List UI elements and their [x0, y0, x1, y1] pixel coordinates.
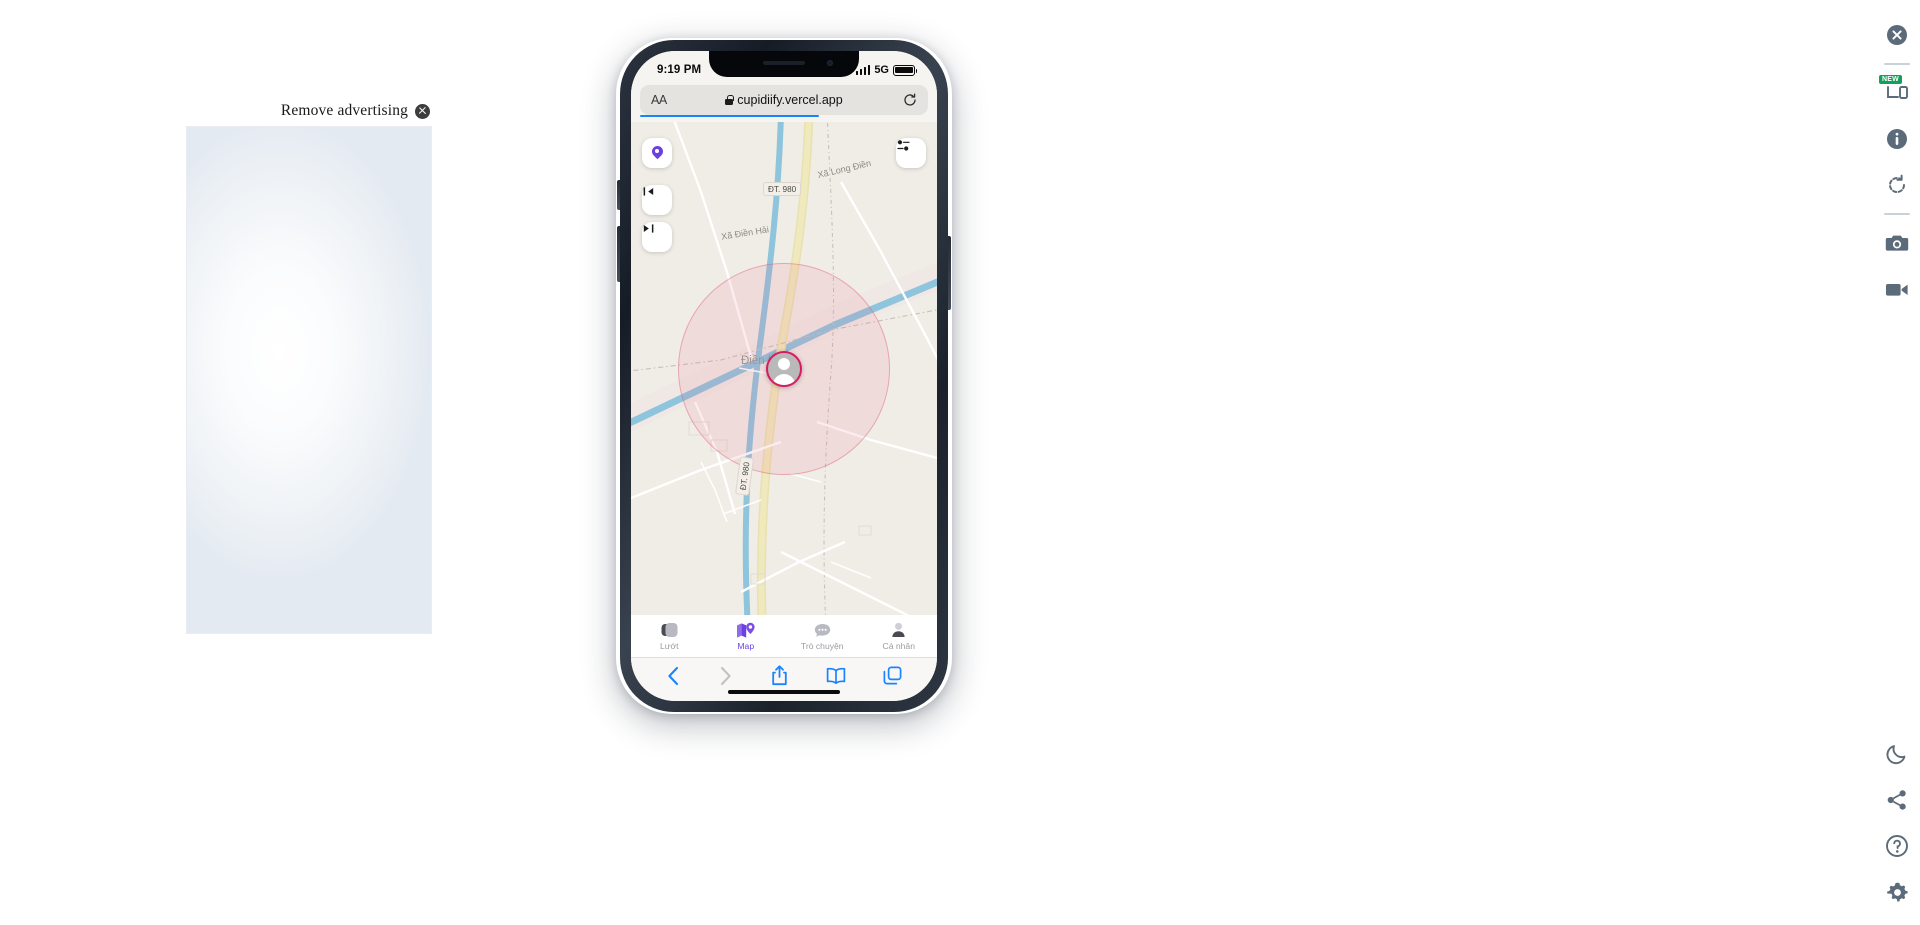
filter-button[interactable]	[896, 138, 926, 168]
share-icon	[1887, 790, 1906, 810]
info-button[interactable]	[1874, 116, 1920, 162]
map-pin-icon	[736, 622, 755, 639]
ad-header: Remove advertising	[186, 96, 432, 126]
filter-settings-icon	[897, 140, 910, 151]
collapse-icon	[643, 187, 654, 196]
tabs-button[interactable]	[883, 666, 902, 685]
divider	[1884, 63, 1910, 65]
status-indicators: 5G	[855, 64, 918, 76]
phone-frame: 9:19 PM 5G AA cupidiify.vercel.app ĐT. 9…	[617, 40, 951, 712]
zoom-out-button[interactable]	[642, 185, 672, 215]
map-canvas[interactable]: ĐT. 980 ĐT. 980 Xã Long Điền Xã Điền Hải…	[631, 122, 937, 615]
close-button[interactable]	[1874, 12, 1920, 58]
ad-placeholder[interactable]	[186, 126, 432, 634]
map-pin-icon	[652, 146, 663, 160]
settings-button[interactable]	[1874, 869, 1920, 915]
speaker-icon	[763, 61, 805, 65]
info-icon	[1887, 129, 1907, 149]
rotate-button[interactable]	[1874, 162, 1920, 208]
tab-luot[interactable]: Lướt	[631, 622, 708, 651]
url-display[interactable]: cupidiify.vercel.app	[640, 93, 928, 107]
record-button[interactable]	[1874, 266, 1920, 312]
front-camera-icon	[827, 60, 833, 66]
power-button[interactable]	[948, 236, 951, 310]
tab-label: Cá nhân	[882, 640, 916, 651]
bookmarks-button[interactable]	[826, 667, 846, 684]
phone-screen: 9:19 PM 5G AA cupidiify.vercel.app ĐT. 9…	[631, 51, 937, 701]
screenshot-button[interactable]	[1874, 220, 1920, 266]
screenshot-root: Remove advertising 9:19 PM 5G AA cupidii…	[0, 0, 1920, 925]
status-time: 9:19 PM	[657, 64, 702, 76]
book-icon	[826, 667, 845, 684]
remove-advertising-label[interactable]: Remove advertising	[281, 102, 408, 120]
tab-label: Map	[737, 640, 755, 651]
chat-bubble-icon	[814, 622, 831, 639]
recenter-icon	[643, 224, 654, 233]
camera-icon	[1885, 235, 1909, 251]
tab-ca-nhan[interactable]: Cá nhân	[861, 622, 938, 651]
gear-icon	[1886, 882, 1908, 901]
moon-icon	[1886, 745, 1906, 765]
video-icon	[1886, 283, 1908, 296]
page-load-progress	[640, 114, 819, 117]
road-label-badge: ĐT. 980	[763, 182, 802, 196]
right-toolbar: NEW	[1874, 0, 1920, 925]
lock-icon	[725, 95, 734, 105]
close-icon[interactable]	[415, 103, 430, 119]
device-toggle-button[interactable]: NEW	[1874, 70, 1920, 116]
advertising-panel: Remove advertising	[186, 96, 432, 634]
user-avatar-icon[interactable]	[766, 350, 802, 387]
share-button[interactable]	[1874, 777, 1920, 823]
home-indicator	[728, 690, 840, 694]
help-button[interactable]	[1874, 823, 1920, 869]
close-circle-icon	[1887, 25, 1907, 45]
app-tab-bar: Lướt Map Trò chuyện Cá nhân	[631, 615, 937, 657]
recenter-button[interactable]	[642, 222, 672, 252]
forward-button[interactable]	[718, 666, 733, 686]
browser-url-bar-container: AA cupidiify.vercel.app	[631, 85, 937, 122]
cards-swipe-icon	[661, 622, 678, 639]
cellular-bars-icon	[855, 65, 871, 75]
share-icon	[772, 665, 787, 686]
battery-full-icon	[893, 64, 918, 76]
notch	[709, 51, 859, 77]
url-bar[interactable]: AA cupidiify.vercel.app	[640, 85, 928, 117]
tab-tro-chuyen[interactable]: Trò chuyện	[784, 622, 861, 651]
dark-mode-button[interactable]	[1874, 731, 1920, 777]
device-toggle-icon	[1887, 86, 1908, 99]
tabs-icon	[883, 666, 902, 685]
rotate-icon	[1889, 174, 1906, 194]
tab-map[interactable]: Map	[708, 622, 785, 651]
new-badge: NEW	[1879, 75, 1902, 84]
safari-toolbar	[631, 657, 937, 701]
network-type-label: 5G	[874, 64, 889, 76]
share-button[interactable]	[771, 665, 788, 686]
tab-label: Trò chuyện	[800, 640, 844, 651]
chevron-left-icon	[668, 666, 678, 685]
chevron-right-icon	[721, 666, 732, 685]
divider	[1884, 213, 1910, 215]
reload-icon[interactable]	[903, 93, 917, 107]
url-text: cupidiify.vercel.app	[737, 93, 843, 107]
tab-label: Lướt	[659, 640, 679, 651]
back-button[interactable]	[666, 666, 681, 686]
locate-button[interactable]	[642, 138, 672, 168]
person-icon	[891, 622, 906, 639]
help-icon	[1886, 835, 1908, 857]
